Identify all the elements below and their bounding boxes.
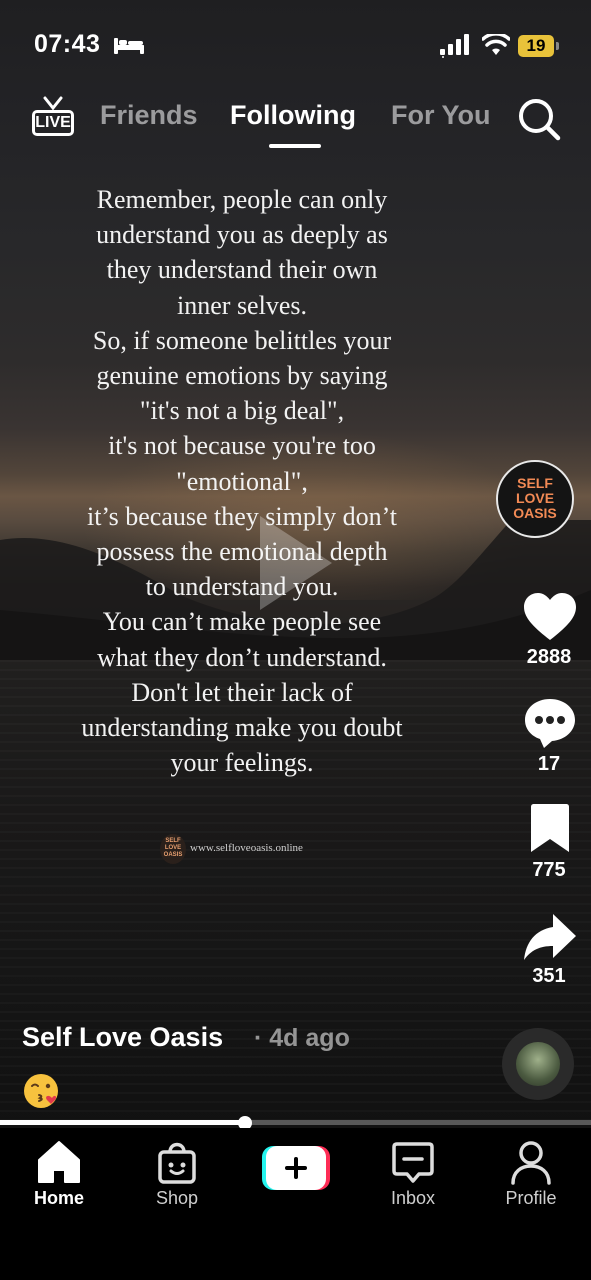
quote-line: "emotional",	[176, 466, 308, 496]
quote-line: what they don’t understand.	[97, 642, 387, 672]
avatar-text: SELF LOVE OASIS	[513, 475, 557, 521]
tab-following[interactable]: Following	[230, 100, 356, 131]
nav-shop[interactable]: Shop	[122, 1138, 232, 1209]
nav-home-label: Home	[33, 1188, 84, 1208]
quote-line: to understand you.	[145, 572, 339, 602]
comment-icon[interactable]	[522, 696, 578, 752]
comment-count: 17	[537, 753, 561, 775]
quote-line: Don't let their lack of	[131, 677, 353, 707]
nav-profile[interactable]: Profile	[476, 1138, 586, 1209]
tab-for-you[interactable]: For You	[391, 100, 491, 131]
creator-avatar[interactable]: SELF LOVE OASIS	[496, 460, 574, 538]
wifi-icon	[482, 34, 510, 55]
nav-inbox[interactable]: Inbox	[358, 1138, 468, 1209]
quote-line: Remember, people can only	[96, 185, 388, 214]
save-count: 775	[532, 859, 566, 881]
inbox-icon	[392, 1142, 434, 1183]
active-tab-indicator	[269, 144, 321, 148]
like-count: 2888	[526, 646, 572, 668]
quote-line: You can’t make people see	[102, 607, 382, 637]
quote-line: understand you as deeply as	[96, 220, 388, 250]
home-icon	[38, 1141, 80, 1183]
quote-line: genuine emotions by saying	[96, 361, 388, 391]
battery-icon: 19	[518, 35, 554, 57]
watermark-url: www.selfloveoasis.online	[190, 842, 303, 854]
nav-inbox-label: Inbox	[390, 1188, 436, 1208]
quote-line: understanding make you doubt	[81, 713, 403, 743]
status-time: 07:43	[34, 30, 101, 58]
signal-icon	[440, 34, 469, 58]
quote-line: it's not because you're too	[108, 431, 376, 461]
kiss-emoji-icon	[24, 1074, 58, 1108]
live-label: LIVE	[32, 110, 74, 136]
watermark: SELF LOVE OASIS www.selfloveoasis.online	[158, 834, 358, 866]
video-quote-text: Remember, people can only understand you…	[40, 182, 444, 780]
quote-line: possess the emotional depth	[96, 537, 388, 567]
battery-cap	[556, 42, 559, 50]
quote-line: "it's not a big deal",	[139, 396, 345, 426]
nav-home[interactable]: Home	[4, 1138, 114, 1209]
share-icon[interactable]	[522, 910, 578, 966]
search-icon[interactable]	[516, 96, 562, 142]
quote-line: they understand their own	[106, 255, 378, 285]
live-icon[interactable]: LIVE	[30, 96, 76, 140]
share-count: 351	[532, 965, 566, 987]
profile-icon	[511, 1141, 551, 1185]
watermark-logo: SELF LOVE OASIS	[160, 834, 186, 864]
status-bar: 07:43 19	[0, 0, 591, 90]
video-progress-bar[interactable]	[0, 1116, 591, 1130]
quote-line: So, if someone belittles your	[92, 325, 392, 355]
author-name[interactable]: Self Love Oasis	[22, 1022, 223, 1053]
heart-icon[interactable]	[522, 590, 578, 646]
quote-line: your feelings.	[170, 748, 314, 778]
bottom-nav: Home Shop Inbox Profile	[0, 1128, 591, 1280]
tab-friends[interactable]: Friends	[100, 100, 198, 131]
bed-icon	[114, 38, 144, 54]
play-icon[interactable]	[248, 508, 338, 618]
sound-disc[interactable]	[502, 1028, 574, 1100]
quote-line: inner selves.	[177, 290, 307, 320]
nav-shop-label: Shop	[155, 1188, 199, 1208]
shopping-bag-icon	[158, 1142, 196, 1184]
nav-profile-label: Profile	[505, 1188, 557, 1208]
plus-icon[interactable]	[262, 1146, 330, 1190]
bookmark-icon[interactable]	[522, 802, 578, 858]
post-age: · 4d ago	[254, 1024, 350, 1052]
sound-disc-image	[516, 1042, 560, 1086]
quote-line: it’s because they simply don’t	[86, 501, 398, 531]
tv-antenna	[43, 96, 63, 110]
progress-fill	[0, 1120, 246, 1125]
